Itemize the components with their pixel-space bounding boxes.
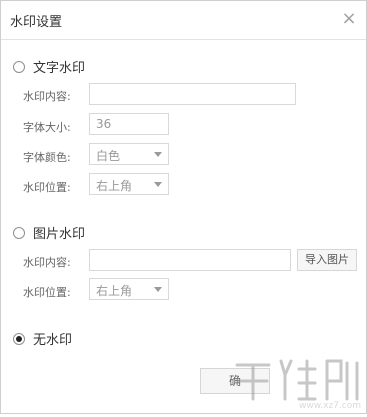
- text-watermark-option[interactable]: 文字水印: [13, 57, 85, 76]
- import-image-button[interactable]: 导入图片: [297, 249, 357, 271]
- text-position-value: 右上角: [96, 179, 133, 193]
- font-color-value: 白色: [96, 149, 121, 163]
- chevron-down-icon: [154, 152, 162, 157]
- image-position-label: 水印位置:: [23, 286, 71, 299]
- text-position-select[interactable]: 右上角: [89, 173, 169, 195]
- watermark-settings-dialog: 水印设置 × 文字水印 水印内容: 字体大小: 36 字体颜色: 白色 水印位置…: [0, 0, 367, 414]
- text-position-label: 水印位置:: [23, 181, 71, 194]
- image-watermark-option[interactable]: 图片水印: [13, 223, 85, 242]
- text-watermark-radio[interactable]: [13, 60, 25, 73]
- image-position-select[interactable]: 右上角: [89, 278, 169, 300]
- image-content-label: 水印内容:: [23, 256, 71, 269]
- chevron-down-icon: [154, 287, 162, 292]
- close-icon[interactable]: ×: [339, 9, 359, 29]
- site-watermark-logo: www.xz7.com: [229, 351, 365, 413]
- font-color-select[interactable]: 白色: [89, 143, 169, 165]
- text-watermark-label: 文字水印: [33, 61, 86, 76]
- font-size-label: 字体大小:: [23, 121, 71, 134]
- font-size-input[interactable]: 36: [89, 113, 169, 135]
- no-watermark-radio[interactable]: [13, 332, 25, 345]
- no-watermark-option[interactable]: 无水印: [13, 329, 72, 348]
- image-position-value: 右上角: [96, 284, 133, 298]
- image-watermark-label: 图片水印: [33, 227, 86, 242]
- text-content-input[interactable]: [89, 83, 296, 105]
- image-content-input[interactable]: [89, 249, 291, 271]
- image-watermark-radio[interactable]: [13, 226, 25, 239]
- text-content-label: 水印内容:: [23, 90, 71, 103]
- dialog-title: 水印设置: [10, 15, 63, 30]
- font-color-label: 字体颜色:: [23, 151, 71, 164]
- chevron-down-icon: [154, 182, 162, 187]
- dialog-titlebar: 水印设置 ×: [1, 1, 366, 40]
- site-watermark-url: www.xz7.com: [299, 401, 361, 411]
- no-watermark-label: 无水印: [33, 333, 73, 348]
